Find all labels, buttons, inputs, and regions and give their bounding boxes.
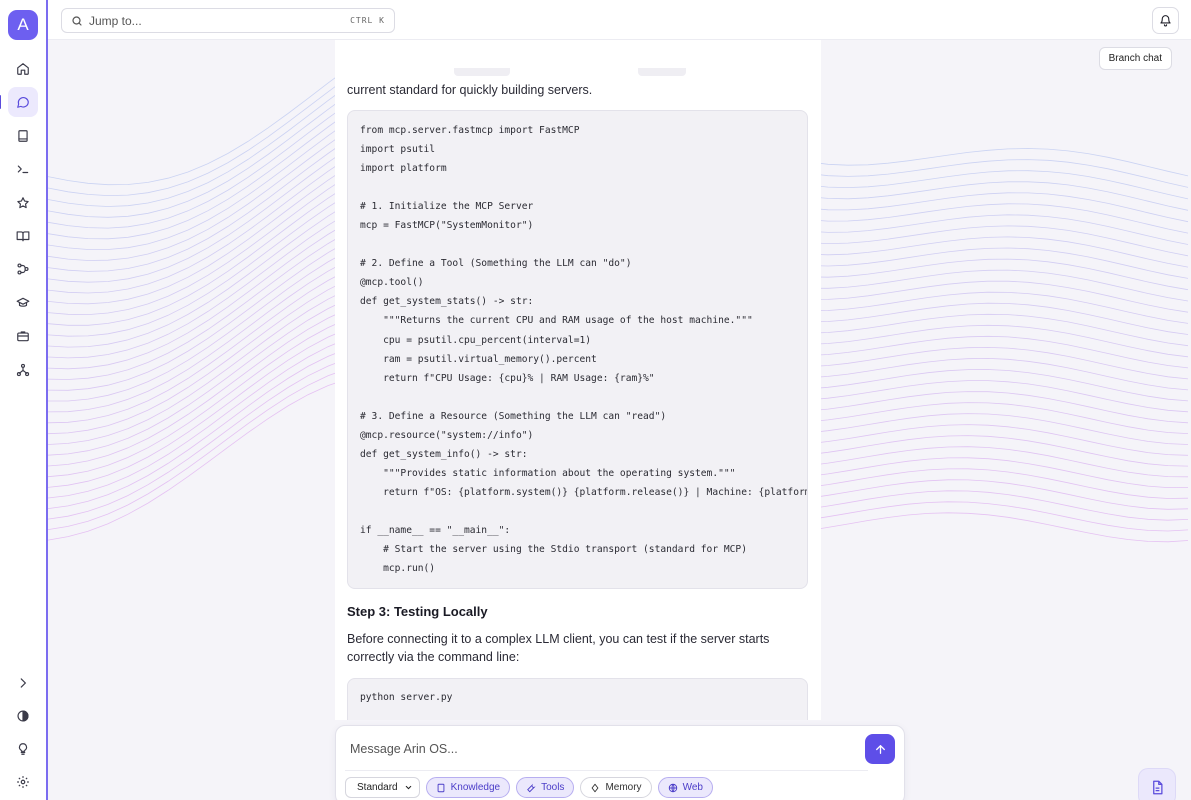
- code-line: if __name__ == "__main__":: [360, 524, 511, 536]
- briefcase-icon: [17, 331, 29, 342]
- tools-toggle[interactable]: Tools: [516, 777, 575, 798]
- app-logo-letter: A: [17, 15, 29, 34]
- code-line: from mcp.server.fastmcp import FastMCP: [360, 125, 580, 136]
- search-icon: [72, 15, 82, 26]
- message-paragraph-step3: Before connecting it to a complex LLM cl…: [347, 632, 770, 664]
- graduation-cap-icon: [16, 297, 30, 307]
- composer-options: Standard Knowledge Tools Memory Web: [345, 777, 719, 798]
- tips-button[interactable]: [8, 734, 38, 764]
- code-line: python server.py: [360, 692, 453, 703]
- send-button[interactable]: [865, 734, 895, 764]
- sidebar-expand-button[interactable]: [8, 668, 38, 698]
- chevron-down-icon: [405, 785, 411, 790]
- search-input[interactable]: [89, 13, 351, 28]
- message-paragraph: current standard for quickly building se…: [347, 83, 593, 97]
- theme-toggle-button[interactable]: [8, 701, 38, 731]
- branch-chat-button[interactable]: Branch chat: [1098, 47, 1172, 70]
- chip-label: Tools: [541, 782, 565, 793]
- message-input[interactable]: [350, 739, 850, 759]
- search-shortcut-hint: CTRL K: [350, 16, 385, 25]
- sidebar: A: [0, 0, 48, 800]
- chat-icon: [17, 97, 29, 109]
- code-line: # Start the server using the Stdio trans…: [360, 544, 747, 556]
- book-icon: [437, 783, 444, 792]
- chat-message-area[interactable]: current standard for quickly building se…: [335, 40, 821, 720]
- code-line: import platform: [360, 163, 447, 175]
- code-block-run[interactable]: python server.py: [347, 678, 808, 720]
- theme-contrast-icon: [17, 710, 29, 722]
- sidebar-item-favorites[interactable]: [8, 188, 38, 218]
- knowledge-toggle[interactable]: Knowledge: [425, 777, 511, 798]
- chip-label: Web: [682, 782, 703, 793]
- sidebar-item-chat[interactable]: [0, 87, 38, 118]
- chip-label: Memory: [605, 782, 642, 793]
- sidebar-item-library[interactable]: [8, 221, 38, 251]
- network-icon: [16, 363, 30, 376]
- code-line: @mcp.resource("system://info"): [360, 429, 534, 441]
- code-line: # 1. Initialize the MCP Server: [360, 201, 534, 213]
- app-logo[interactable]: A: [8, 10, 38, 40]
- settings-icon: [17, 776, 29, 788]
- terminal-icon: [17, 165, 29, 174]
- lightbulb-icon: [18, 743, 28, 755]
- code-line: """Provides static information about the…: [360, 467, 736, 479]
- code-line: mcp.run(): [360, 563, 436, 575]
- message-composer: Standard Knowledge Tools Memory Web: [335, 725, 905, 800]
- sidebar-item-workflows[interactable]: [8, 254, 38, 284]
- code-line: import psutil: [360, 144, 436, 156]
- book-icon: [18, 129, 28, 142]
- code-line: # 2. Define a Tool (Something the LLM ca…: [360, 258, 632, 270]
- code-line: def get_system_stats() -> str:: [360, 296, 534, 308]
- arrow-up-icon: [875, 744, 885, 754]
- chip-label: Knowledge: [450, 782, 501, 793]
- sidebar-item-notebook[interactable]: [8, 121, 38, 151]
- notifications-button[interactable]: [1152, 7, 1179, 34]
- workflow-icon: [17, 263, 29, 275]
- step-heading: Step 3: Testing Locally: [347, 604, 488, 619]
- top-bar: CTRL K: [48, 0, 1191, 40]
- mode-select[interactable]: Standard: [345, 777, 420, 798]
- sidebar-nav: [0, 54, 38, 388]
- sidebar-item-network[interactable]: [8, 355, 38, 385]
- mode-select-value: Standard: [357, 782, 398, 793]
- sidebar-bottom: [8, 668, 38, 800]
- jump-to-search[interactable]: CTRL K: [61, 8, 395, 33]
- library-icon: [16, 231, 30, 242]
- bell-icon: [1160, 15, 1171, 27]
- code-line: """Returns the current CPU and RAM usage…: [360, 315, 753, 327]
- web-toggle[interactable]: Web: [657, 777, 713, 798]
- code-line: mcp = FastMCP("SystemMonitor"): [360, 220, 534, 232]
- code-line: ram = psutil.virtual_memory().percent: [360, 353, 597, 365]
- sidebar-item-terminal[interactable]: [8, 154, 38, 184]
- sidebar-item-projects[interactable]: [8, 321, 38, 351]
- code-line: # 3. Define a Resource (Something the LL…: [360, 410, 667, 422]
- star-icon: [17, 196, 29, 208]
- settings-button[interactable]: [8, 767, 38, 797]
- sidebar-item-home[interactable]: [8, 54, 38, 84]
- brain-icon: [592, 783, 599, 792]
- code-line: @mcp.tool(): [360, 277, 424, 289]
- memory-toggle[interactable]: Memory: [580, 777, 652, 798]
- code-block-server[interactable]: from mcp.server.fastmcp import FastMCP im…: [347, 110, 808, 589]
- partial-inline-code-row: [347, 68, 808, 76]
- code-line: return f"CPU Usage: {cpu}% | RAM Usage: …: [360, 372, 655, 384]
- expand-icon: [20, 678, 27, 688]
- documents-panel-button[interactable]: [1138, 768, 1176, 800]
- sidebar-item-learning[interactable]: [8, 288, 38, 318]
- code-line: return f"OS: {platform.system()} {platfo…: [383, 486, 807, 498]
- document-icon: [1152, 780, 1162, 794]
- code-line: def get_system_info() -> str:: [360, 448, 528, 460]
- globe-icon: [668, 783, 677, 792]
- composer-divider: [345, 770, 868, 771]
- home-icon: [17, 63, 29, 75]
- code-line: cpu = psutil.cpu_percent(interval=1): [360, 334, 592, 346]
- wrench-icon: [527, 783, 536, 792]
